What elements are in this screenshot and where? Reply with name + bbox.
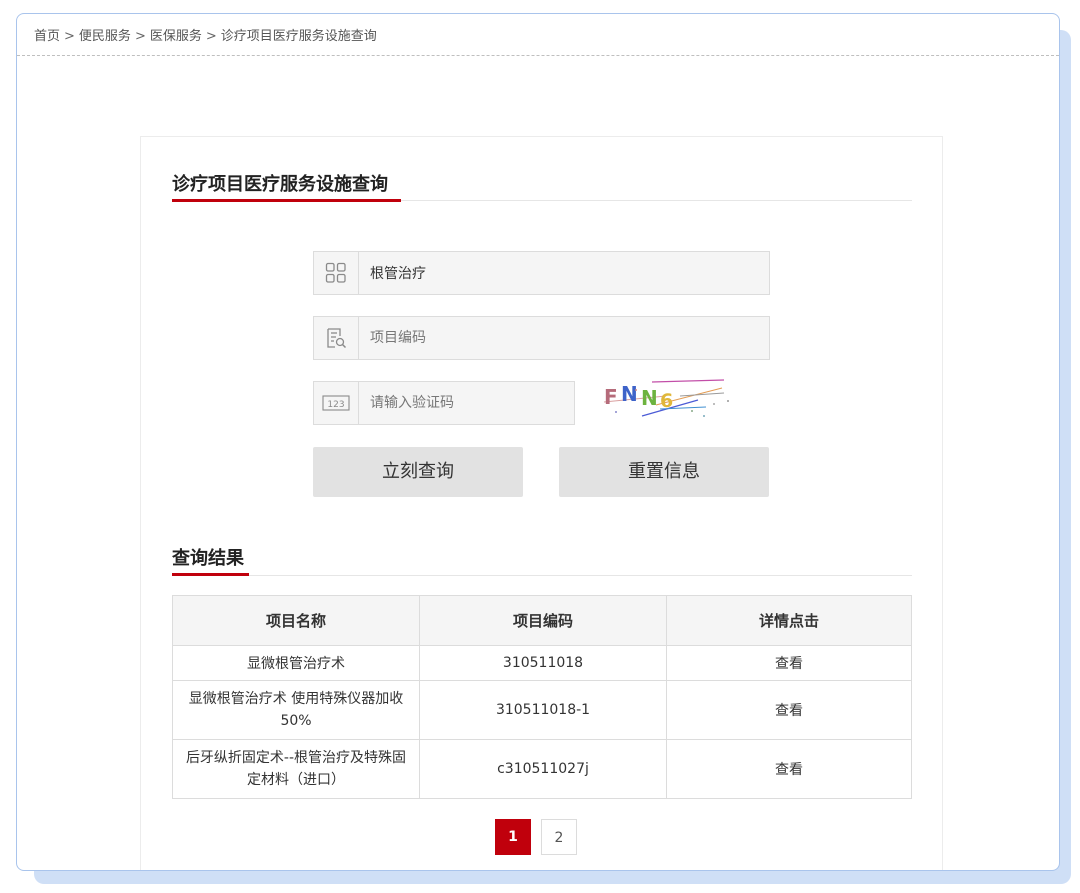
table-row: 显微根管治疗术 使用特殊仪器加收50% 310511018-1 查看 bbox=[172, 680, 912, 740]
page-button-2[interactable]: 2 bbox=[541, 819, 577, 855]
column-header-detail: 详情点击 bbox=[666, 595, 912, 646]
breadcrumb-divider bbox=[17, 55, 1059, 56]
grid-icon bbox=[314, 252, 359, 294]
svg-text:N: N bbox=[641, 386, 658, 410]
column-header-name: 项目名称 bbox=[172, 595, 420, 646]
row-project-name: 后牙纵折固定术--根管治疗及特殊固定材料（进口） bbox=[172, 739, 420, 799]
reset-button[interactable]: 重置信息 bbox=[559, 447, 769, 497]
breadcrumb-separator: > bbox=[64, 29, 75, 44]
project-code-field bbox=[313, 316, 770, 360]
breadcrumb-medical-insurance[interactable]: 医保服务 bbox=[150, 29, 202, 44]
view-detail-link[interactable]: 查看 bbox=[666, 645, 912, 681]
search-button[interactable]: 立刻查询 bbox=[313, 447, 523, 497]
captcha-field: 123 bbox=[313, 381, 575, 425]
search-section-title: 诊疗项目医疗服务设施查询 bbox=[172, 174, 388, 195]
table-row: 显微根管治疗术 310511018 查看 bbox=[172, 645, 912, 681]
breadcrumb-separator: > bbox=[134, 29, 146, 44]
project-code-input[interactable] bbox=[359, 317, 752, 359]
project-name-input[interactable] bbox=[359, 252, 752, 294]
captcha-char: F bbox=[604, 385, 618, 409]
view-detail-link[interactable]: 查看 bbox=[666, 739, 912, 799]
section-title-underline bbox=[172, 573, 249, 576]
breadcrumb-home[interactable]: 首页 bbox=[34, 29, 60, 44]
breadcrumb-current: 诊疗项目医疗服务设施查询 bbox=[220, 29, 377, 44]
breadcrumb-separator: > bbox=[205, 29, 217, 44]
page-button-1[interactable]: 1 bbox=[495, 819, 531, 855]
captcha-image[interactable]: F N N 6 bbox=[596, 376, 736, 426]
svg-text:N: N bbox=[621, 382, 638, 406]
captcha-input[interactable] bbox=[359, 382, 572, 424]
svg-text:6: 6 bbox=[660, 390, 673, 412]
column-header-code: 项目编码 bbox=[419, 595, 667, 646]
breadcrumb: 首页 > 便民服务 > 医保服务 > 诊疗项目医疗服务设施查询 bbox=[34, 27, 377, 47]
results-section-title: 查询结果 bbox=[172, 548, 244, 569]
table-header-row: 项目名称 项目编码 详情点击 bbox=[172, 595, 912, 646]
number-123-icon: 123 bbox=[314, 382, 359, 424]
project-name-field bbox=[313, 251, 770, 295]
results-table: 项目名称 项目编码 详情点击 显微根管治疗术 310511018 查看 显微根管… bbox=[172, 595, 912, 799]
section-divider bbox=[172, 575, 912, 576]
table-row: 后牙纵折固定术--根管治疗及特殊固定材料（进口） c310511027j 查看 bbox=[172, 739, 912, 799]
document-search-icon bbox=[314, 317, 359, 359]
query-card: 诊疗项目医疗服务设施查询 根管治疗 项目编码 123 请输入验证码 F N N … bbox=[140, 136, 943, 870]
row-project-name: 显微根管治疗术 bbox=[172, 645, 420, 681]
breadcrumb-convenience-services[interactable]: 便民服务 bbox=[79, 29, 131, 44]
row-project-name: 显微根管治疗术 使用特殊仪器加收50% bbox=[172, 680, 420, 740]
row-project-code: 310511018-1 bbox=[419, 680, 667, 740]
section-title-underline bbox=[172, 199, 401, 202]
svg-text:123: 123 bbox=[327, 400, 344, 410]
row-project-code: 310511018 bbox=[419, 645, 667, 681]
row-project-code: c310511027j bbox=[419, 739, 667, 799]
view-detail-link[interactable]: 查看 bbox=[666, 680, 912, 740]
content-panel: 首页 > 便民服务 > 医保服务 > 诊疗项目医疗服务设施查询 诊疗项目医疗服务设施查询 bbox=[16, 13, 1060, 871]
